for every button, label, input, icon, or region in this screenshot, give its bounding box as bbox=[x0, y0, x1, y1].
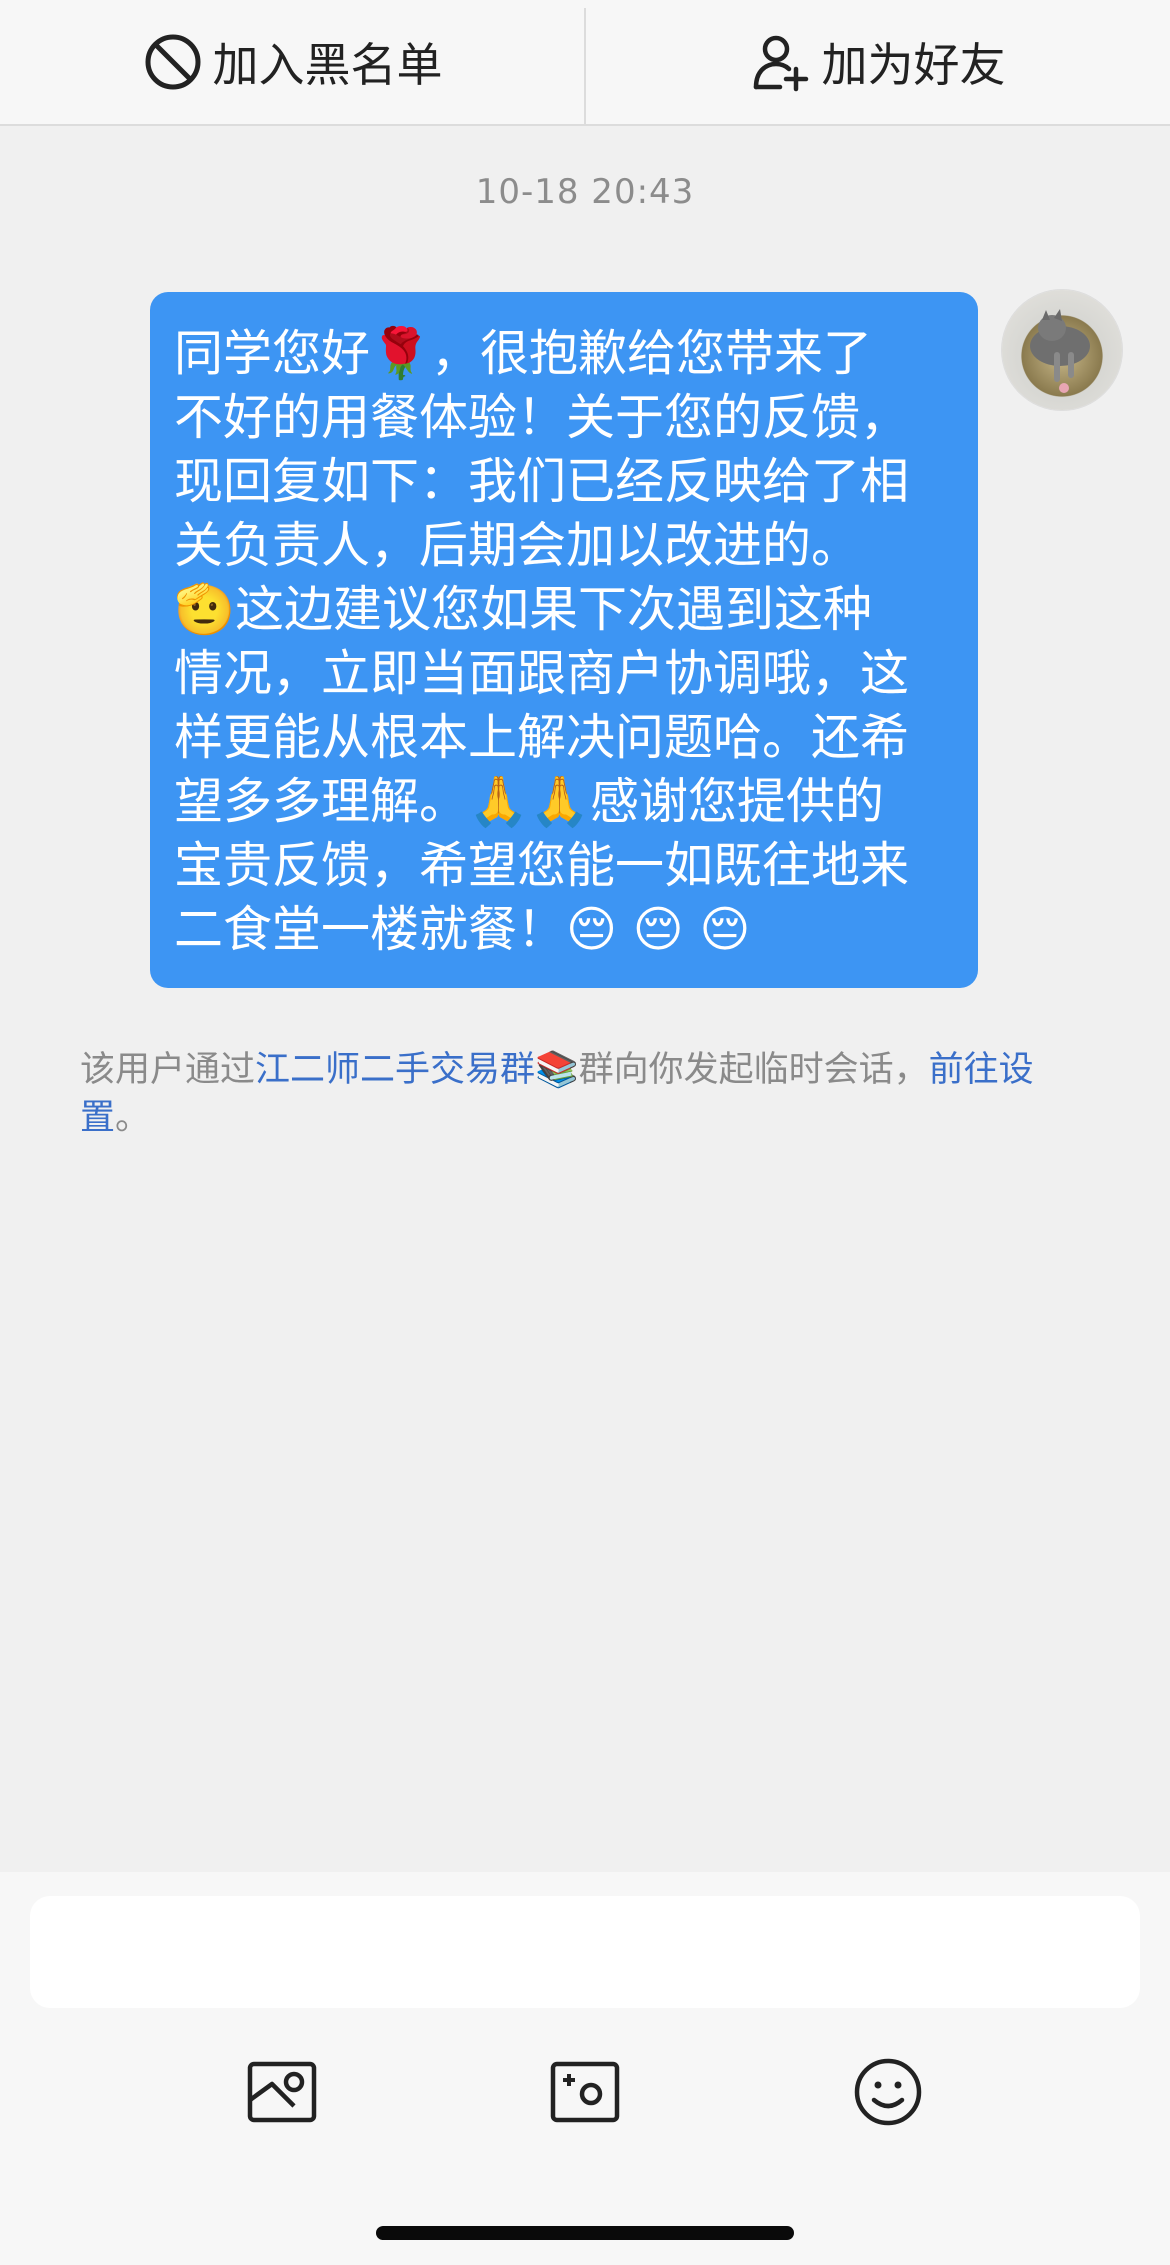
message-line: 情况，立即当面跟商户协调哦，这 bbox=[174, 645, 910, 702]
notice-suffix: 。 bbox=[115, 1098, 151, 1138]
image-button[interactable] bbox=[240, 2052, 324, 2136]
message-line: 样更能从根本上解决问题哈。还希 bbox=[174, 709, 910, 766]
temporary-chat-notice: 该用户通过江二师二手交易群📚群向你发起临时会话，前往设置。 bbox=[80, 1046, 1100, 1142]
group-link[interactable]: 江二师二手交易群📚 bbox=[255, 1050, 579, 1090]
notice-prefix: 该用户通过 bbox=[80, 1050, 256, 1090]
image-icon bbox=[246, 2060, 318, 2128]
message-line: 现回复如下：我们已经反映给了相 bbox=[174, 453, 910, 510]
message-line: 🫡这边建议您如果下次遇到这种 bbox=[174, 581, 873, 638]
message-line: 宝贵反馈，希望您能一如既往地来 bbox=[174, 837, 910, 894]
add-friend-label: 加为好友 bbox=[821, 38, 1006, 92]
block-button[interactable]: 加入黑名单 bbox=[0, 0, 585, 124]
message-timestamp: 10-18 20:43 bbox=[475, 172, 695, 212]
block-icon bbox=[143, 32, 203, 92]
message-line: 不好的用餐体验！关于您的反馈， bbox=[174, 389, 910, 446]
divider bbox=[584, 8, 586, 126]
message-line: 二食堂一楼就餐！😔 😔 😔 bbox=[174, 901, 751, 958]
message-line: 关负责人，后期会加以改进的。 bbox=[174, 517, 861, 574]
camera-icon bbox=[549, 2060, 621, 2128]
camera-button[interactable] bbox=[543, 2052, 627, 2136]
message-line: 同学您好🌹，很抱歉给您带来了 bbox=[174, 325, 873, 382]
notice-middle: 群向你发起临时会话， bbox=[578, 1050, 929, 1090]
message-line: 望多多理解。🙏🙏感谢您提供的 bbox=[174, 773, 885, 830]
home-indicator[interactable] bbox=[376, 2226, 794, 2240]
message-bubble[interactable]: 同学您好🌹，很抱歉给您带来了 不好的用餐体验！关于您的反馈， 现回复如下：我们已… bbox=[150, 292, 978, 988]
add-user-icon bbox=[750, 31, 812, 93]
emoji-icon bbox=[852, 2056, 924, 2132]
cat-avatar-image bbox=[1030, 309, 1090, 393]
block-label: 加入黑名单 bbox=[212, 38, 443, 92]
message-input[interactable] bbox=[30, 1896, 1140, 2008]
input-panel bbox=[0, 1872, 1170, 2265]
avatar[interactable] bbox=[1002, 290, 1122, 410]
add-friend-button[interactable]: 加为好友 bbox=[585, 0, 1170, 124]
top-action-bar: 加入黑名单 加为好友 bbox=[0, 0, 1170, 126]
emoji-button[interactable] bbox=[846, 2052, 930, 2136]
